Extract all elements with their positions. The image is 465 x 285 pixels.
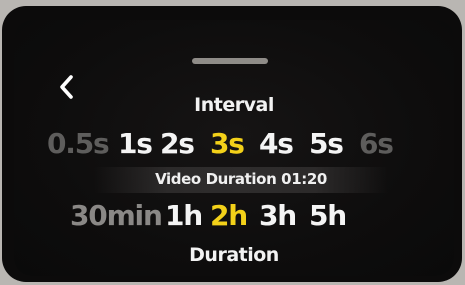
interval-option-3s-selected[interactable]: 3s — [210, 124, 245, 164]
duration-option-3h[interactable]: 3h — [259, 196, 297, 236]
interval-title: Interval — [194, 94, 274, 116]
interval-option-4s[interactable]: 4s — [259, 124, 294, 164]
duration-title: Duration — [189, 244, 279, 266]
duration-picker[interactable]: 30min 1h 2h 3h 5h — [14, 196, 454, 236]
interval-option-5s[interactable]: 5s — [309, 124, 344, 164]
video-duration-text: Video Duration 01:20 — [155, 170, 327, 188]
interval-option-2s[interactable]: 2s — [160, 124, 195, 164]
duration-option-5h[interactable]: 5h — [309, 196, 347, 236]
interval-option-6s[interactable]: 6s — [359, 124, 394, 164]
interval-picker[interactable]: 0.5s 1s 2s 3s 4s 5s 6s — [14, 124, 454, 164]
camera-screen: Interval 0.5s 1s 2s 3s 4s 5s 6s Video Du… — [14, 20, 454, 276]
device-frame: Interval 0.5s 1s 2s 3s 4s 5s 6s Video Du… — [2, 6, 462, 282]
duration-option-2h-selected[interactable]: 2h — [210, 196, 248, 236]
duration-option-1h[interactable]: 1h — [165, 196, 203, 236]
interval-option-1s[interactable]: 1s — [118, 124, 153, 164]
duration-option-30min[interactable]: 30min — [70, 196, 163, 236]
drag-handle[interactable] — [192, 58, 268, 64]
interval-option-0-5s[interactable]: 0.5s — [47, 124, 110, 164]
